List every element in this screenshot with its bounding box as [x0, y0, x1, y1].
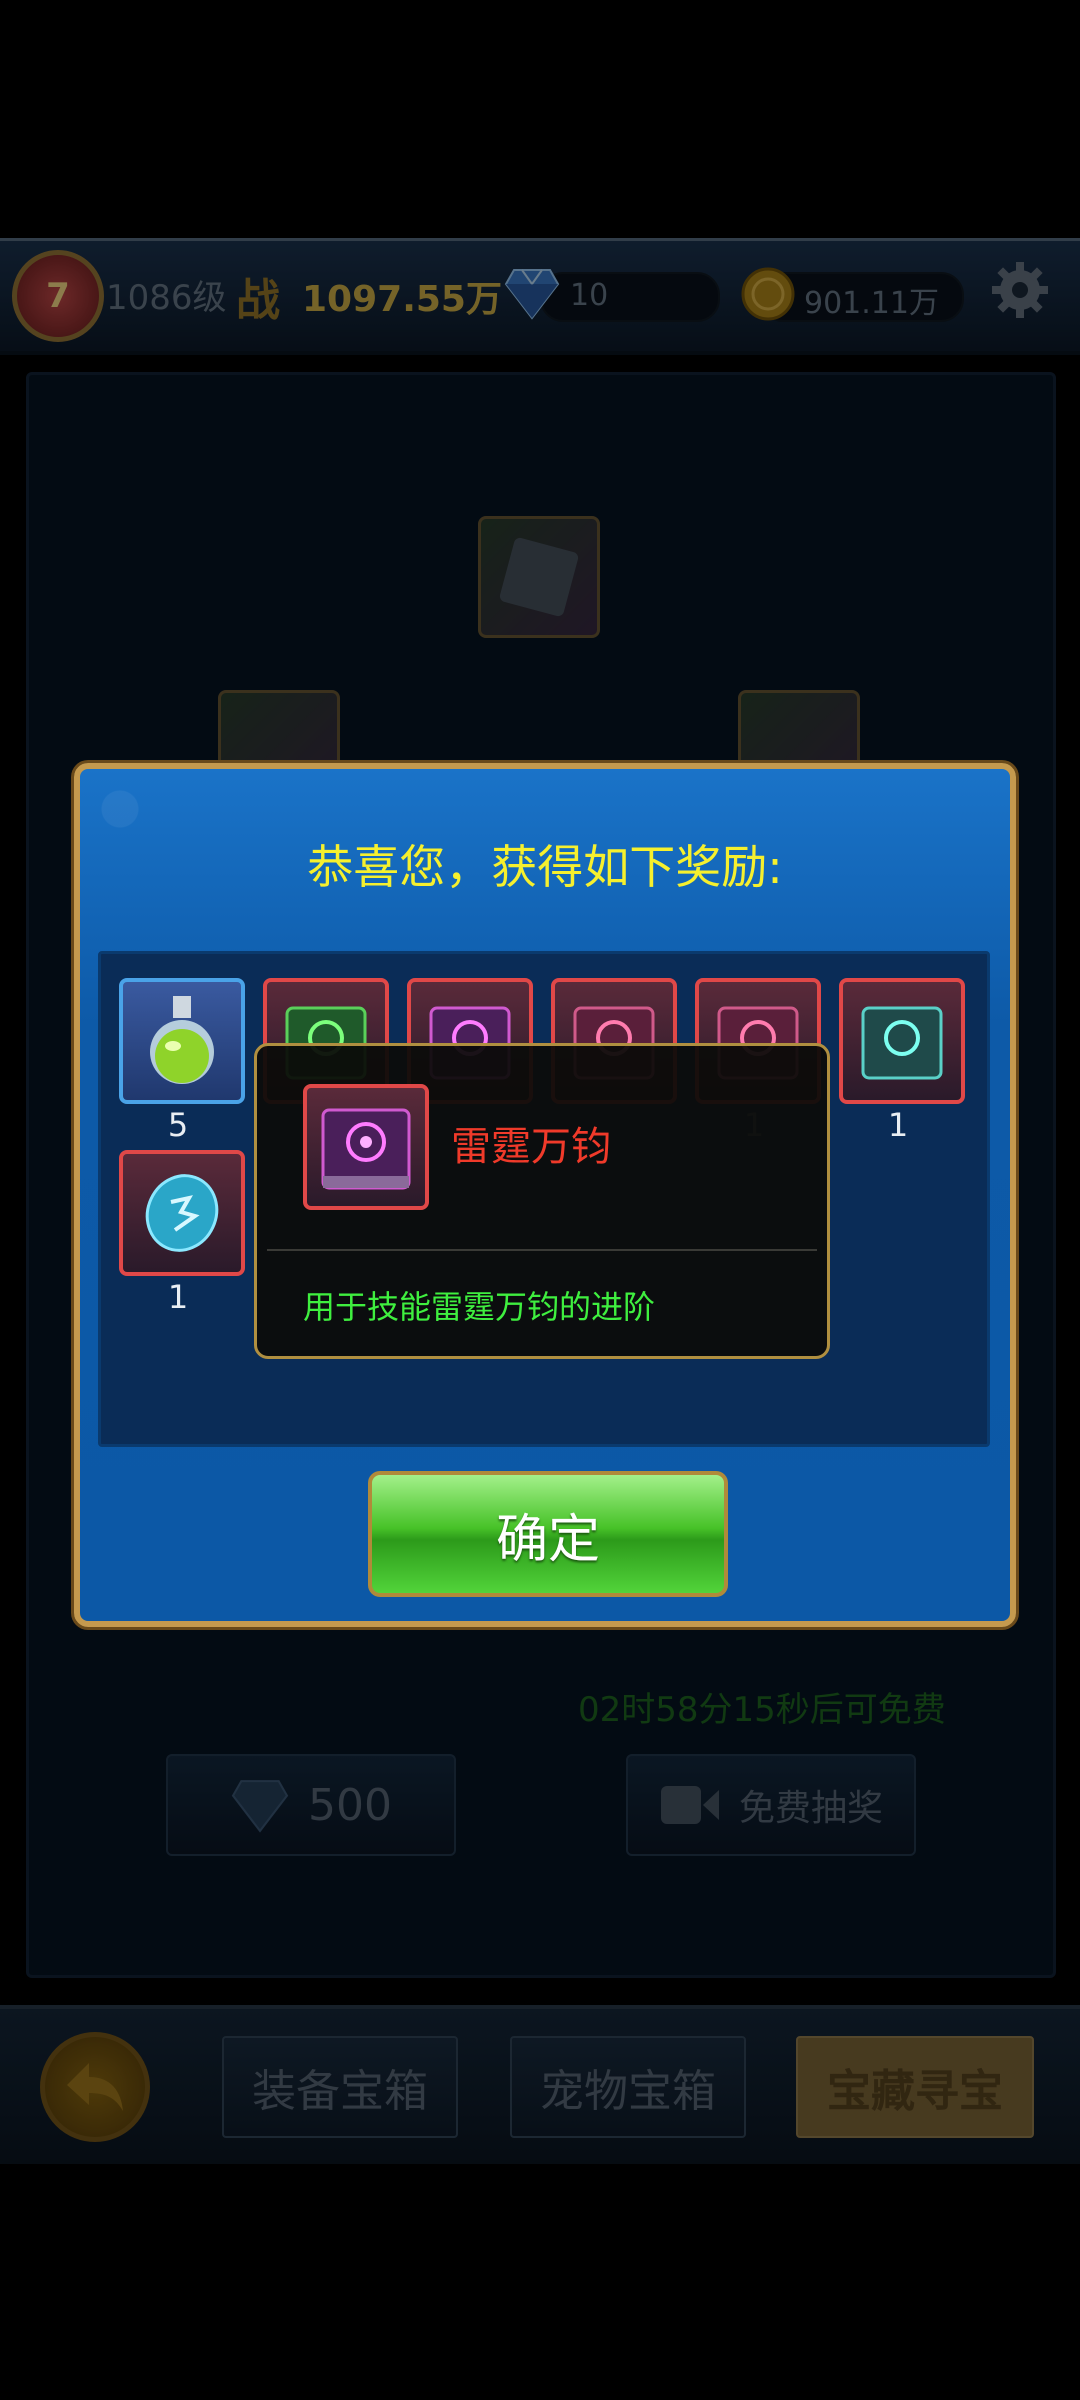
reward-item-teal-book[interactable] — [839, 978, 965, 1104]
item-tooltip: 雷霆万钧 用于技能雷霆万钧的进阶 — [254, 1043, 830, 1359]
tooltip-item-name: 雷霆万钧 — [451, 1124, 611, 1170]
tooltip-item-frame — [303, 1084, 429, 1210]
teal-skill-book-icon — [861, 1006, 943, 1080]
green-potion-icon — [150, 996, 214, 1084]
reward-item-rune-stone[interactable] — [119, 1150, 245, 1276]
reward-count: 1 — [887, 1106, 909, 1144]
confirm-button[interactable]: 确定 — [368, 1471, 728, 1597]
dialog-title: 恭喜您，获得如下奖励: — [307, 840, 783, 894]
reward-item-green-potion[interactable] — [119, 978, 245, 1104]
blue-rune-stone-icon — [145, 1174, 219, 1252]
reward-count: 5 — [167, 1106, 189, 1144]
tooltip-divider — [267, 1249, 817, 1251]
reward-count: 1 — [167, 1278, 189, 1316]
purple-skill-book-icon — [321, 1108, 411, 1190]
tooltip-description: 用于技能雷霆万钧的进阶 — [303, 1288, 656, 1326]
